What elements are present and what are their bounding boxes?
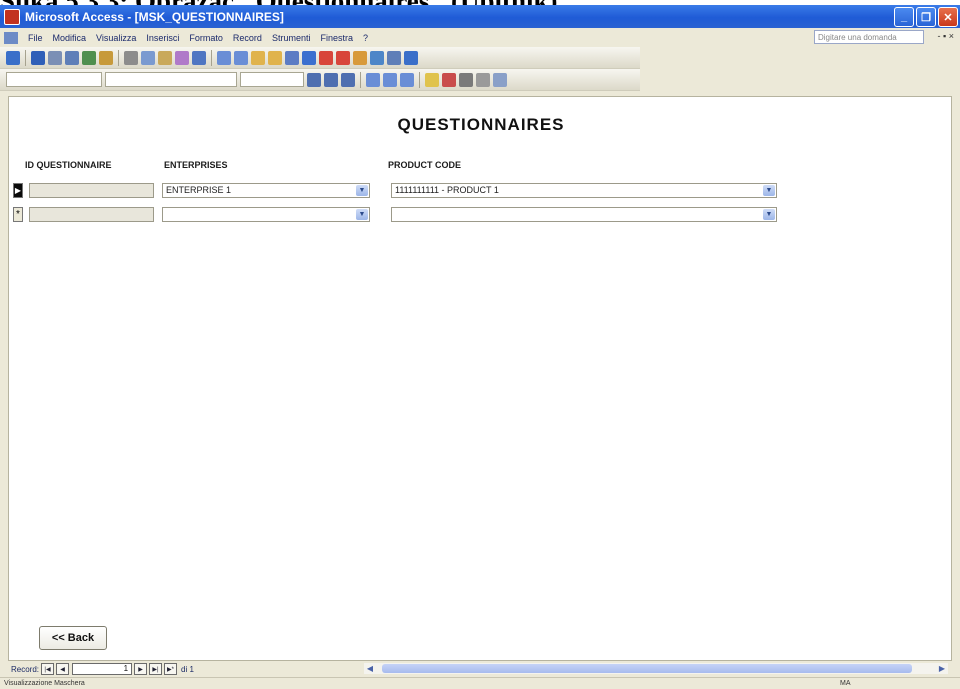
font-size-combo[interactable] — [240, 72, 304, 87]
enterprise-dropdown[interactable]: ENTERPRISE 1 ▼ — [162, 183, 370, 198]
filter-by-form-icon[interactable] — [268, 50, 282, 65]
new-object-icon[interactable] — [387, 50, 401, 65]
print-icon[interactable] — [65, 50, 79, 65]
filter-by-selection-icon[interactable] — [251, 50, 265, 65]
find-icon[interactable] — [302, 50, 316, 65]
first-record-button[interactable]: |◀ — [41, 663, 55, 675]
back-button[interactable]: << Back — [39, 626, 107, 650]
database-window-icon[interactable] — [370, 50, 384, 65]
scroll-right-icon[interactable]: ▶ — [936, 663, 948, 674]
underline-icon[interactable] — [341, 72, 355, 87]
menu-strumenti[interactable]: Strumenti — [272, 33, 311, 43]
undo-icon[interactable] — [192, 50, 206, 65]
sort-descending-icon[interactable] — [234, 50, 248, 65]
new-record-icon[interactable] — [319, 50, 333, 65]
scroll-thumb[interactable] — [382, 664, 912, 673]
align-right-icon[interactable] — [400, 72, 414, 87]
paste-icon[interactable] — [158, 50, 172, 65]
form-view-toolbar — [0, 47, 640, 69]
enterprise-value: ENTERPRISE 1 — [166, 185, 232, 195]
status-mode: MA — [840, 680, 851, 687]
title-bar: Microsoft Access - [MSK_QUESTIONNAIRES] … — [0, 5, 960, 28]
delete-record-icon[interactable] — [336, 50, 350, 65]
formatting-toolbar — [0, 69, 640, 91]
file-search-icon[interactable] — [48, 50, 62, 65]
print-preview-icon[interactable] — [82, 50, 96, 65]
cut-icon[interactable] — [124, 50, 138, 65]
doc-window-controls[interactable]: - ▪ × — [938, 31, 954, 41]
current-record-input[interactable]: 1 — [72, 663, 133, 675]
menu-help[interactable]: ? — [363, 33, 368, 43]
menu-inserisci[interactable]: Inserisci — [146, 33, 179, 43]
new-record-button[interactable]: ▶* — [164, 663, 178, 675]
menu-file[interactable]: File — [28, 33, 43, 43]
next-record-button[interactable]: ▶ — [134, 663, 148, 675]
menu-finestra[interactable]: Finestra — [320, 33, 353, 43]
access-app-icon — [4, 8, 20, 25]
line-width-icon[interactable] — [476, 72, 490, 87]
font-name-combo[interactable] — [105, 72, 237, 87]
bold-icon[interactable] — [307, 72, 321, 87]
previous-record-button[interactable]: ◀ — [56, 663, 70, 675]
special-effect-icon[interactable] — [493, 72, 507, 87]
column-header-enterprises: ENTERPRISES — [164, 160, 228, 170]
properties-icon[interactable] — [353, 50, 367, 65]
horizontal-scrollbar[interactable]: ◀ ▶ — [364, 663, 948, 674]
menu-bar: File Modifica Visualizza Inserisci Forma… — [0, 28, 960, 47]
form-canvas: QUESTIONNAIRES ID QUESTIONNAIRE ENTERPRI… — [8, 96, 952, 661]
close-icon[interactable]: ✕ — [938, 7, 958, 27]
help-icon[interactable] — [404, 50, 418, 65]
status-text: Visualizzazione Maschera — [4, 680, 85, 687]
product-code-value: 1111111111 - PRODUCT 1 — [395, 185, 499, 195]
menu-record[interactable]: Record — [233, 33, 262, 43]
menu-formato[interactable]: Formato — [189, 33, 223, 43]
format-painter-icon[interactable] — [175, 50, 189, 65]
copy-icon[interactable] — [141, 50, 155, 65]
new-enterprise-dropdown[interactable]: ▼ — [162, 207, 370, 222]
status-bar: Visualizzazione Maschera MA — [0, 677, 960, 689]
view-icon[interactable] — [6, 50, 20, 65]
column-header-product-code: PRODUCT CODE — [388, 160, 462, 170]
last-record-button[interactable]: ▶| — [149, 663, 163, 675]
align-center-icon[interactable] — [383, 72, 397, 87]
record-navigation-bar: Record: |◀ ◀ 1 ▶ ▶| ▶* di 1 ◀ ▶ — [8, 661, 952, 677]
new-id-questionnaire-field[interactable] — [29, 207, 154, 222]
current-record-selector[interactable]: ▶ — [13, 183, 23, 198]
italic-icon[interactable] — [324, 72, 338, 87]
menu-modifica[interactable]: Modifica — [53, 33, 87, 43]
chevron-down-icon[interactable]: ▼ — [356, 209, 368, 220]
access-window: Microsoft Access - [MSK_QUESTIONNAIRES] … — [0, 5, 960, 689]
record-label: Record: — [11, 664, 40, 674]
product-code-dropdown[interactable]: 1111111111 - PRODUCT 1 ▼ — [391, 183, 777, 198]
font-color-icon[interactable] — [442, 72, 456, 87]
window-controls: _ ❐ ✕ — [894, 7, 958, 27]
id-questionnaire-field[interactable] — [29, 183, 154, 198]
chevron-down-icon[interactable]: ▼ — [763, 209, 775, 220]
restore-icon[interactable]: ❐ — [916, 7, 936, 27]
sort-ascending-icon[interactable] — [217, 50, 231, 65]
ask-question-box[interactable]: Digitare una domanda — [814, 30, 924, 44]
save-icon[interactable] — [31, 50, 45, 65]
line-color-icon[interactable] — [459, 72, 473, 87]
chevron-down-icon[interactable]: ▼ — [763, 185, 775, 196]
apply-filter-icon[interactable] — [285, 50, 299, 65]
chevron-down-icon[interactable]: ▼ — [356, 185, 368, 196]
minimize-icon[interactable]: _ — [894, 7, 914, 27]
record-count: di 1 — [181, 664, 194, 674]
column-header-id: ID QUESTIONNAIRE — [25, 160, 112, 170]
new-record-selector[interactable]: * — [13, 207, 23, 222]
align-left-icon[interactable] — [366, 72, 380, 87]
object-combo[interactable] — [6, 72, 102, 87]
fill-color-icon[interactable] — [425, 72, 439, 87]
menu-visualizza[interactable]: Visualizza — [96, 33, 136, 43]
form-icon[interactable] — [4, 31, 18, 44]
scroll-left-icon[interactable]: ◀ — [364, 663, 376, 674]
spelling-icon[interactable] — [99, 50, 113, 65]
new-product-code-dropdown[interactable]: ▼ — [391, 207, 777, 222]
window-title: Microsoft Access - [MSK_QUESTIONNAIRES] — [25, 9, 284, 24]
form-title: QUESTIONNAIRES — [397, 115, 565, 134]
